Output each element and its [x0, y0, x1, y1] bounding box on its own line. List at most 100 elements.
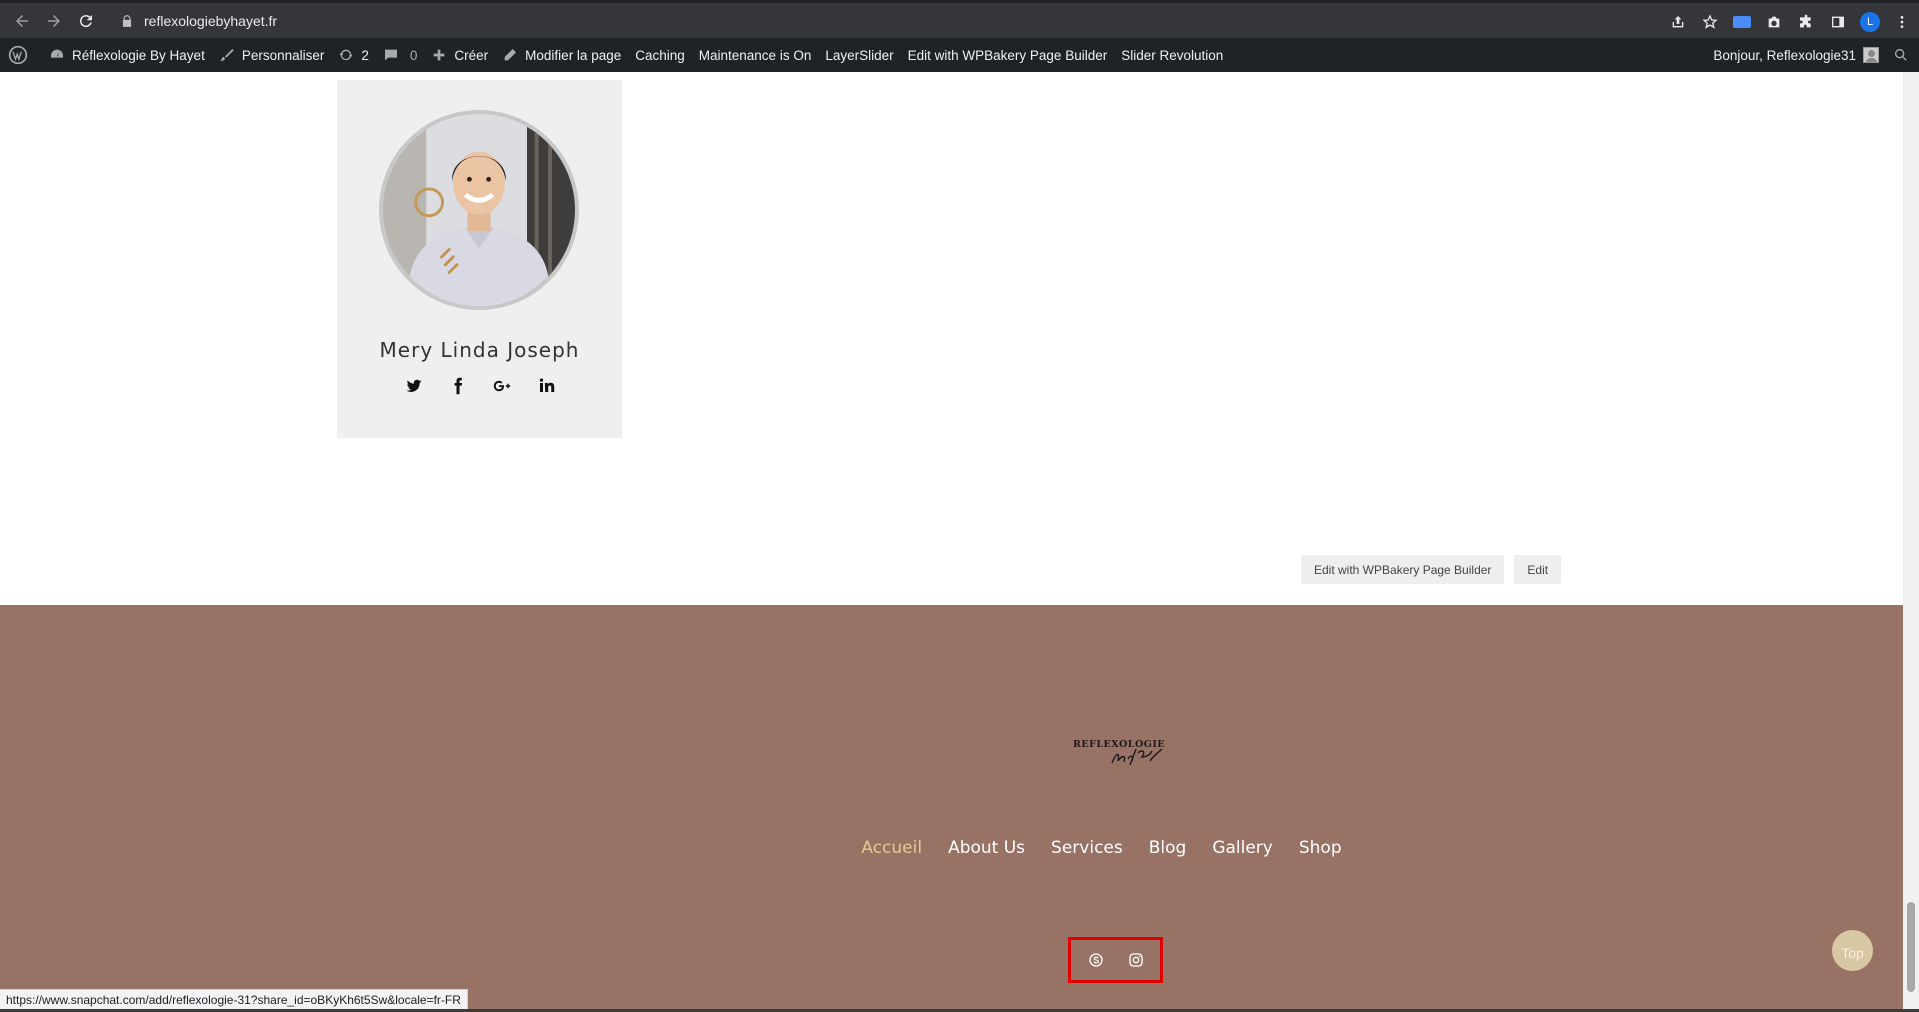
side-panel-icon: [1832, 16, 1844, 28]
team-member-card: Mery Linda Joseph: [337, 80, 622, 438]
twitter-icon: [406, 379, 421, 392]
skype-link[interactable]: [1087, 951, 1105, 969]
comments-link[interactable]: 0: [376, 38, 425, 72]
edit-page-link[interactable]: Modifier la page: [495, 38, 628, 72]
wpbakery-menu[interactable]: Edit with WPBakery Page Builder: [901, 38, 1115, 72]
scroll-to-top-button[interactable]: Top: [1832, 930, 1873, 971]
new-label: Créer: [454, 47, 489, 63]
extensions-button[interactable]: [1793, 9, 1819, 35]
updates-count: 2: [361, 47, 369, 63]
edit-page-label: Modifier la page: [525, 47, 622, 63]
page-scrollbar[interactable]: [1903, 72, 1919, 1012]
back-button[interactable]: [6, 5, 38, 37]
puzzle-icon: [1800, 14, 1811, 28]
slider-revolution-label: Slider Revolution: [1121, 47, 1224, 63]
logo-image: REFLEXOLOGIE: [1073, 739, 1165, 766]
search-icon: [1895, 49, 1907, 61]
profile-button[interactable]: L: [1857, 9, 1883, 35]
arrow-left-icon: [16, 14, 28, 27]
team-member-photo: [379, 110, 579, 310]
updates-link[interactable]: 2: [331, 38, 376, 72]
reload-icon: [79, 14, 92, 27]
greeting-label: Bonjour, Reflexologie31: [1713, 47, 1856, 63]
page-edit-buttons: Edit with WPBakery Page Builder Edit: [1301, 555, 1562, 584]
address-bar[interactable]: reflexologiebyhayet.fr: [144, 13, 277, 29]
extension-icon: [1733, 16, 1751, 28]
footer-nav-gallery[interactable]: Gallery: [1212, 838, 1273, 858]
edit-button[interactable]: Edit: [1514, 555, 1562, 584]
caching-label: Caching: [635, 47, 685, 63]
browser-toolbar: reflexologiebyhayet.fr L: [0, 0, 1919, 38]
star-icon: [1702, 14, 1718, 29]
new-content-menu[interactable]: Créer: [424, 38, 495, 72]
wordpress-icon: [8, 45, 28, 65]
site-name-label: Réflexologie By Hayet: [72, 47, 205, 63]
site-name-menu[interactable]: Réflexologie By Hayet: [42, 38, 212, 72]
facebook-link[interactable]: [447, 375, 469, 397]
maintenance-menu[interactable]: Maintenance is On: [692, 38, 819, 72]
site-footer: REFLEXOLOGIE Accueil About Us Services B…: [0, 605, 1903, 1012]
google-plus-link[interactable]: [491, 375, 513, 397]
updates-icon: [339, 49, 354, 61]
portrait-image: [383, 114, 575, 306]
wpbakery-label: Edit with WPBakery Page Builder: [907, 47, 1108, 63]
camera-icon: [1768, 16, 1780, 28]
team-member-name: Mery Linda Joseph: [379, 338, 580, 362]
customize-link[interactable]: Personnaliser: [212, 38, 332, 72]
arrow-right-icon: [48, 14, 60, 27]
footer-nav-services[interactable]: Services: [1051, 838, 1123, 858]
wp-logo-menu[interactable]: [0, 38, 42, 72]
footer-nav-accueil[interactable]: Accueil: [861, 838, 922, 858]
forward-button[interactable]: [38, 5, 70, 37]
scrollbar-thumb[interactable]: [1907, 902, 1915, 992]
page-content: Mery Linda Joseph Edit with WPBakery Pag…: [0, 72, 1903, 1012]
avatar: [1863, 47, 1879, 63]
instagram-link[interactable]: [1127, 951, 1145, 969]
kebab-menu-icon: [1900, 16, 1904, 28]
footer-logo[interactable]: REFLEXOLOGIE: [1072, 735, 1170, 767]
admin-bar-right: Bonjour, Reflexologie31: [1706, 38, 1919, 72]
bookmark-button[interactable]: [1697, 9, 1723, 35]
menu-button[interactable]: [1889, 9, 1915, 35]
twitter-link[interactable]: [403, 375, 425, 397]
google-plus-icon: [493, 380, 510, 392]
customize-label: Personnaliser: [241, 47, 325, 63]
linkedin-icon: [539, 378, 554, 392]
admin-search-button[interactable]: [1886, 38, 1919, 72]
browser-actions: L: [1665, 6, 1915, 38]
footer-nav-shop[interactable]: Shop: [1299, 838, 1342, 858]
layerslider-label: LayerSlider: [825, 47, 894, 63]
plus-icon: [434, 49, 445, 61]
footer-social-highlight: [1068, 937, 1163, 983]
svg-text:REFLEXOLOGIE: REFLEXOLOGIE: [1073, 739, 1165, 750]
link-status-bar: https://www.snapchat.com/add/reflexologi…: [0, 989, 468, 1009]
reload-button[interactable]: [70, 5, 102, 37]
footer-nav-blog[interactable]: Blog: [1149, 838, 1187, 858]
maintenance-label: Maintenance is On: [698, 47, 812, 63]
footer-nav: Accueil About Us Services Blog Gallery S…: [0, 838, 1903, 858]
comments-count: 0: [409, 47, 418, 63]
slider-revolution-menu[interactable]: Slider Revolution: [1114, 38, 1230, 72]
paintbrush-icon: [220, 49, 234, 61]
lock-icon: [122, 14, 132, 27]
wp-admin-bar: Réflexologie By Hayet Personnaliser 2 0 …: [0, 38, 1919, 72]
linkedin-link[interactable]: [535, 375, 557, 397]
instagram-icon: [1128, 953, 1143, 967]
layerslider-menu[interactable]: LayerSlider: [818, 38, 900, 72]
side-panel-button[interactable]: [1825, 9, 1851, 35]
avatar: L: [1860, 12, 1880, 32]
extension-blue[interactable]: [1729, 9, 1755, 35]
top-label: Top: [1841, 944, 1864, 961]
screenshot-extension[interactable]: [1761, 9, 1787, 35]
skype-icon: [1088, 953, 1103, 967]
pencil-icon: [504, 49, 517, 61]
edit-with-wpbakery-button[interactable]: Edit with WPBakery Page Builder: [1301, 555, 1505, 584]
footer-nav-about-us[interactable]: About Us: [948, 838, 1025, 858]
facebook-icon: [454, 377, 462, 395]
share-icon: [1672, 16, 1684, 28]
my-account-menu[interactable]: Bonjour, Reflexologie31: [1706, 38, 1886, 72]
share-button[interactable]: [1665, 9, 1691, 35]
caching-menu[interactable]: Caching: [628, 38, 692, 72]
comment-bubble-icon: [384, 49, 397, 61]
team-member-social: [337, 375, 622, 397]
